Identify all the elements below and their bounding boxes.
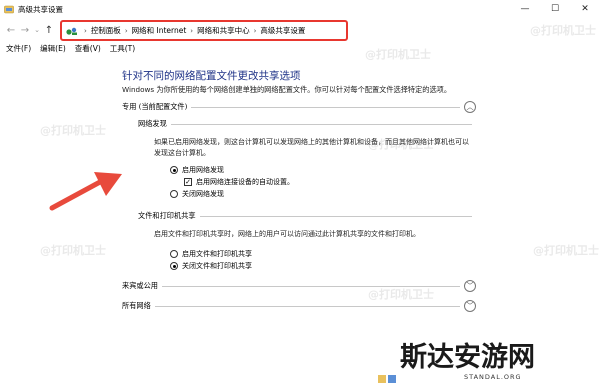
forward-button[interactable]: →	[18, 20, 32, 40]
radio-disable-file-sharing[interactable]	[170, 262, 178, 270]
watermark: @打印机卫士	[40, 124, 106, 137]
network-discovery-enable-option[interactable]: 启用网络发现	[170, 165, 224, 175]
breadcrumb-control-panel[interactable]: 控制面板	[91, 25, 121, 36]
chevron-down-icon[interactable]: ﹀	[464, 280, 476, 292]
option-label: 关闭网络发现	[182, 190, 224, 198]
site-logo: 斯达安游网 STANDAL.ORG	[400, 335, 600, 385]
file-printer-sharing-title: 文件和打印机共享	[138, 211, 196, 220]
menu-tools[interactable]: 工具(T)	[110, 43, 135, 54]
breadcrumb-network-sharing-center[interactable]: 网络和共享中心	[197, 25, 250, 36]
page-description: Windows 为你所使用的每个网络创建单独的网络配置文件。你可以针对每个配置文…	[122, 85, 452, 94]
close-button[interactable]: ✕	[570, 0, 600, 18]
chevron-down-icon[interactable]: ﹀	[464, 300, 476, 312]
watermark: @打印机卫士	[533, 244, 599, 257]
network-discovery-header: 网络发现	[138, 119, 472, 129]
network-icon	[388, 375, 396, 383]
menu-bar: 文件(F) 编辑(E) 查看(V) 工具(T)	[0, 42, 600, 54]
menu-file[interactable]: 文件(F)	[6, 43, 31, 54]
section-divider	[154, 305, 460, 307]
breadcrumb-separator-icon: ›	[253, 26, 257, 35]
minimize-button[interactable]: —	[510, 0, 540, 18]
guest-public-label: 来宾或公用	[122, 281, 158, 290]
menu-edit[interactable]: 编辑(E)	[40, 43, 66, 54]
page-heading: 针对不同的网络配置文件更改共享选项	[122, 70, 301, 82]
file-printer-sharing-header: 文件和打印机共享	[138, 211, 472, 221]
watermark: @打印机卫士	[365, 48, 431, 61]
address-bar[interactable]: › 控制面板 › 网络和 Internet › 网络和共享中心 › 高级共享设置	[60, 20, 348, 41]
section-divider	[191, 106, 460, 108]
option-label: 启用网络发现	[182, 166, 224, 174]
back-button[interactable]: ←	[4, 20, 18, 40]
breadcrumb-separator-icon: ›	[124, 26, 128, 35]
breadcrumb-separator-icon: ›	[84, 26, 87, 35]
section-divider	[199, 215, 472, 217]
watermark: @打印机卫士	[40, 244, 106, 257]
option-label: 关闭文件和打印机共享	[182, 262, 252, 270]
section-divider	[170, 123, 472, 125]
navigation-row: ← → ⌄ ↑ › 控制面板 › 网络和 Internet › 网络和共享中心 …	[0, 18, 600, 42]
annotation-arrow-icon	[49, 172, 122, 211]
breadcrumb-network-internet[interactable]: 网络和 Internet	[132, 25, 187, 36]
watermark: @打印机卫士	[530, 24, 596, 37]
private-profile-header[interactable]: 专用 (当前配置文件) ︿	[122, 101, 476, 113]
window-title: 高级共享设置	[18, 4, 63, 14]
shield-icon	[378, 375, 386, 383]
up-button[interactable]: ↑	[42, 20, 56, 40]
checkbox-auto-setup[interactable]: ✓	[184, 178, 192, 186]
maximize-button[interactable]: ☐	[540, 0, 570, 18]
option-label: 启用网络连接设备的自动设置。	[196, 178, 294, 186]
chevron-up-icon[interactable]: ︿	[464, 101, 476, 113]
menu-view[interactable]: 查看(V)	[75, 43, 101, 54]
radio-disable-network-discovery[interactable]	[170, 190, 178, 198]
auto-setup-option[interactable]: ✓ 启用网络连接设备的自动设置。	[184, 177, 294, 187]
logo-text: 斯达安游网	[400, 342, 535, 373]
all-networks-label: 所有网络	[122, 301, 151, 310]
watermark: @打印机卫士	[368, 138, 434, 151]
breadcrumb-separator-icon: ›	[190, 26, 194, 35]
private-profile-label: 专用 (当前配置文件)	[122, 102, 188, 111]
network-folder-icon	[4, 4, 14, 14]
radio-enable-network-discovery[interactable]	[170, 166, 178, 174]
recent-locations-chevron-icon[interactable]: ⌄	[32, 20, 42, 40]
network-discovery-title: 网络发现	[138, 119, 167, 128]
radio-enable-file-sharing[interactable]	[170, 250, 178, 258]
network-discovery-disable-option[interactable]: 关闭网络发现	[170, 189, 224, 199]
option-label: 启用文件和打印机共享	[182, 250, 252, 258]
watermark: @打印机卫士	[368, 288, 434, 301]
file-sharing-enable-option[interactable]: 启用文件和打印机共享	[170, 249, 252, 259]
logo-subtext: STANDAL.ORG	[464, 373, 522, 381]
control-panel-icon	[66, 26, 78, 36]
file-printer-sharing-text: 启用文件和打印机共享时，网络上的用户可以访问通过此计算机共享的文件和打印机。	[154, 230, 420, 238]
breadcrumb-advanced-sharing[interactable]: 高级共享设置	[260, 25, 305, 36]
file-sharing-disable-option[interactable]: 关闭文件和打印机共享	[170, 261, 252, 271]
title-bar: 高级共享设置 — ☐ ✕	[0, 0, 600, 18]
